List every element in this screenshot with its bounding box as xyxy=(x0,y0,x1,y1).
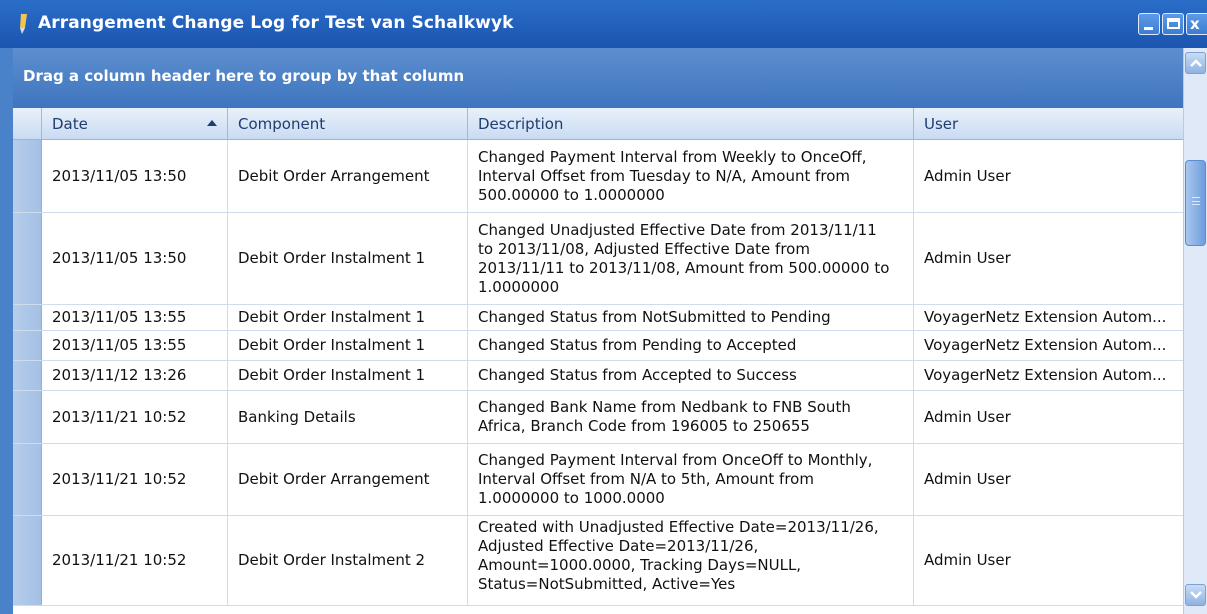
column-header-component[interactable]: Component xyxy=(228,108,468,140)
cell-component[interactable]: Debit Order Arrangement xyxy=(228,444,468,515)
cell-user[interactable]: VoyagerNetz Extension Autom... xyxy=(914,305,1183,330)
column-header-date-label: Date xyxy=(52,115,88,133)
column-header-description-label: Description xyxy=(478,115,564,133)
cell-component[interactable]: Debit Order Instalment 1 xyxy=(228,331,468,360)
cell-date[interactable]: 2013/11/05 13:50 xyxy=(42,213,228,304)
sort-ascending-icon xyxy=(207,120,217,126)
table-row[interactable]: 2013/11/21 10:52 Debit Order Instalment … xyxy=(13,516,1183,606)
scroll-up-button[interactable] xyxy=(1185,52,1206,74)
cell-date[interactable]: 2013/11/05 13:55 xyxy=(42,331,228,360)
row-indicator[interactable] xyxy=(13,213,42,304)
title-bar[interactable]: Arrangement Change Log for Test van Scha… xyxy=(0,0,1207,48)
close-icon: x xyxy=(1190,15,1200,33)
cell-description[interactable]: Changed Payment Interval from OnceOff to… xyxy=(468,444,914,515)
maximize-button[interactable] xyxy=(1162,13,1184,35)
minimize-icon xyxy=(1144,27,1153,30)
cell-date[interactable]: 2013/11/21 10:52 xyxy=(42,444,228,515)
cell-user[interactable]: VoyagerNetz Extension Autom... xyxy=(914,331,1183,360)
column-header-user[interactable]: User xyxy=(914,108,1183,140)
cell-description[interactable]: Changed Payment Interval from Weekly to … xyxy=(468,140,914,212)
column-header-component-label: Component xyxy=(238,115,326,133)
group-by-hint: Drag a column header here to group by th… xyxy=(23,67,465,85)
chevron-up-icon xyxy=(1189,59,1202,67)
cell-user[interactable]: Admin User xyxy=(914,140,1183,212)
cell-date[interactable]: 2013/11/05 13:50 xyxy=(42,140,228,212)
cell-date[interactable]: 2013/11/12 13:26 xyxy=(42,361,228,390)
vertical-scrollbar[interactable] xyxy=(1183,48,1207,614)
pencil-icon xyxy=(20,14,27,34)
cell-component[interactable]: Debit Order Instalment 1 xyxy=(228,305,468,330)
row-indicator[interactable] xyxy=(13,391,42,443)
grid-header: Date Component Description User xyxy=(13,108,1183,140)
table-row[interactable]: 2013/11/05 13:50 Debit Order Arrangement… xyxy=(13,140,1183,213)
window-title: Arrangement Change Log for Test van Scha… xyxy=(38,13,514,33)
chevron-down-icon xyxy=(1189,591,1202,599)
table-row[interactable]: 2013/11/12 13:26 Debit Order Instalment … xyxy=(13,361,1183,391)
cell-description[interactable]: Changed Status from Pending to Accepted xyxy=(468,331,914,360)
scroll-thumb[interactable] xyxy=(1185,160,1206,246)
table-row[interactable]: 2013/11/05 13:50 Debit Order Instalment … xyxy=(13,213,1183,305)
row-indicator-header xyxy=(13,108,42,140)
cell-description[interactable]: Changed Status from Accepted to Success xyxy=(468,361,914,390)
column-header-description[interactable]: Description xyxy=(468,108,914,140)
grip-icon xyxy=(1192,197,1200,205)
column-header-user-label: User xyxy=(924,115,959,133)
group-by-panel[interactable]: Drag a column header here to group by th… xyxy=(13,48,1183,108)
close-button[interactable]: x xyxy=(1186,13,1207,35)
cell-date[interactable]: 2013/11/05 13:55 xyxy=(42,305,228,330)
cell-user[interactable]: Admin User xyxy=(914,213,1183,304)
cell-user[interactable]: VoyagerNetz Extension Autom... xyxy=(914,361,1183,390)
maximize-icon xyxy=(1167,18,1180,29)
table-row[interactable]: 2013/11/05 13:55 Debit Order Instalment … xyxy=(13,331,1183,361)
cell-component[interactable]: Banking Details xyxy=(228,391,468,443)
cell-user[interactable]: Admin User xyxy=(914,444,1183,515)
cell-component[interactable]: Debit Order Instalment 1 xyxy=(228,361,468,390)
scroll-down-button[interactable] xyxy=(1185,584,1206,606)
row-indicator[interactable] xyxy=(13,305,42,330)
row-indicator[interactable] xyxy=(13,444,42,515)
cell-component[interactable]: Debit Order Instalment 1 xyxy=(228,213,468,304)
cell-component[interactable]: Debit Order Instalment 2 xyxy=(228,516,468,605)
cell-date[interactable]: 2013/11/21 10:52 xyxy=(42,516,228,605)
row-indicator[interactable] xyxy=(13,331,42,360)
table-row[interactable]: 2013/11/21 10:52 Banking Details Changed… xyxy=(13,391,1183,444)
cell-description[interactable]: Changed Status from NotSubmitted to Pend… xyxy=(468,305,914,330)
cell-description[interactable]: Changed Unadjusted Effective Date from 2… xyxy=(468,213,914,304)
cell-user[interactable]: Admin User xyxy=(914,516,1183,605)
cell-component[interactable]: Debit Order Arrangement xyxy=(228,140,468,212)
row-indicator[interactable] xyxy=(13,516,42,605)
grid-rows: 2013/11/05 13:50 Debit Order Arrangement… xyxy=(13,140,1183,606)
window-left-frame xyxy=(0,48,13,614)
cell-description[interactable]: Created with Unadjusted Effective Date=2… xyxy=(468,516,914,605)
cell-date[interactable]: 2013/11/21 10:52 xyxy=(42,391,228,443)
change-log-window: Arrangement Change Log for Test van Scha… xyxy=(0,0,1207,614)
minimize-button[interactable] xyxy=(1138,13,1160,35)
column-header-date[interactable]: Date xyxy=(42,108,228,140)
cell-description[interactable]: Changed Bank Name from Nedbank to FNB So… xyxy=(468,391,914,443)
row-indicator[interactable] xyxy=(13,140,42,212)
cell-user[interactable]: Admin User xyxy=(914,391,1183,443)
row-indicator[interactable] xyxy=(13,361,42,390)
table-row[interactable]: 2013/11/05 13:55 Debit Order Instalment … xyxy=(13,305,1183,331)
table-row[interactable]: 2013/11/21 10:52 Debit Order Arrangement… xyxy=(13,444,1183,516)
